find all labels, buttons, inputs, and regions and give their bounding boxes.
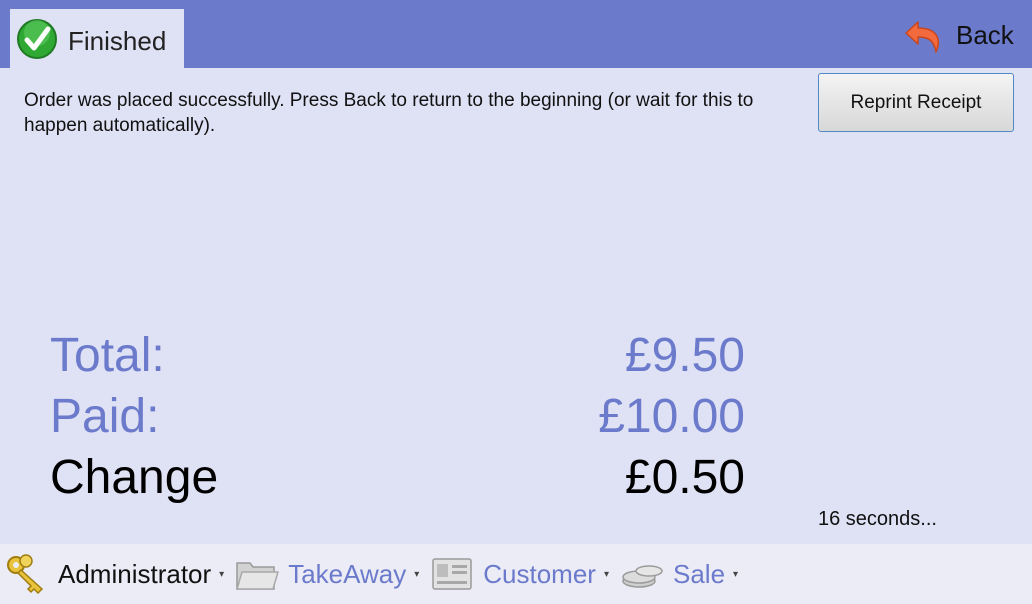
caret-icon: ▾: [219, 568, 225, 580]
back-label: Back: [956, 19, 1014, 50]
bottom-menu-bar: Administrator ▾ TakeAway ▾ Customer ▾ Sa…: [0, 544, 1032, 604]
menu-sale[interactable]: Sale ▾: [619, 544, 748, 604]
menu-administrator[interactable]: Administrator ▾: [4, 544, 234, 604]
folder-icon: [236, 562, 280, 590]
paid-value: £10.00: [598, 390, 745, 443]
tab-label: Finished: [68, 26, 167, 56]
caret-icon: ▾: [414, 568, 420, 580]
menu-takeaway-label: TakeAway: [288, 558, 407, 589]
status-message: Order was placed successfully. Press Bac…: [24, 90, 754, 136]
total-value: £9.50: [624, 329, 745, 382]
coins-icon: [622, 565, 663, 588]
top-bar: Finished Back: [0, 0, 1032, 68]
caret-icon: ▾: [603, 568, 609, 580]
paid-label: Paid:: [50, 390, 160, 443]
key-icon: [7, 554, 44, 595]
tab-finished[interactable]: Finished: [10, 9, 184, 68]
reprint-receipt-button[interactable]: Reprint Receipt: [818, 73, 1014, 132]
countdown-text: 16 seconds...: [818, 508, 937, 530]
menu-takeaway[interactable]: TakeAway ▾: [234, 544, 429, 604]
change-label: Change: [50, 451, 219, 504]
change-value: £0.50: [624, 451, 745, 504]
menu-sale-label: Sale: [672, 558, 726, 589]
total-label: Total:: [50, 329, 165, 382]
contact-card-icon: [432, 558, 472, 590]
menu-administrator-label: Administrator: [58, 558, 212, 589]
back-button[interactable]: Back: [904, 10, 1024, 60]
back-arrow-icon: [905, 21, 939, 53]
check-icon: [17, 18, 57, 59]
menu-customer-label: Customer: [483, 558, 596, 589]
menu-customer[interactable]: Customer ▾: [429, 544, 619, 604]
caret-icon: ▾: [733, 568, 739, 580]
